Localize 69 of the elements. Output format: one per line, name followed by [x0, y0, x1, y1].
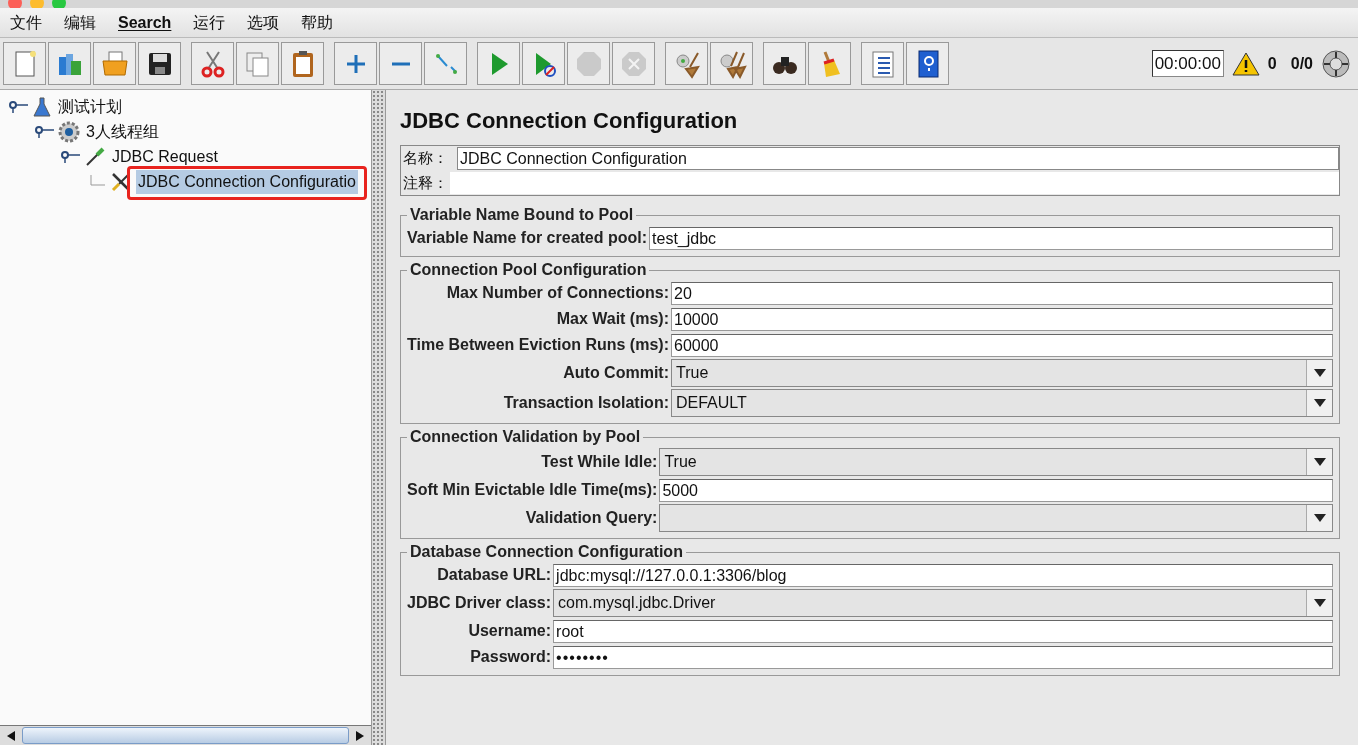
dropdown[interactable]: com.mysql.jdbc.Driver: [553, 589, 1333, 617]
menu-item[interactable]: 帮助: [301, 10, 334, 35]
caret-icon: [1313, 514, 1326, 522]
input-field[interactable]: 10000: [671, 307, 1333, 331]
dropdown[interactable]: True: [659, 448, 1333, 476]
input-field[interactable]: 60000: [671, 333, 1333, 357]
field-label: Test While Idle:: [540, 452, 659, 472]
elapsed-time: 00:00:00: [1151, 49, 1224, 78]
field-label: Password:: [469, 647, 553, 667]
section-title: Connection Validation by Pool: [407, 427, 644, 447]
left-arrow-icon: [7, 730, 15, 741]
input-field[interactable]: test_jdbc: [649, 226, 1333, 250]
tree-handle-icon[interactable]: [60, 150, 80, 163]
field-label: Max Number of Connections:: [445, 283, 670, 303]
field-label: Transaction Isolation:: [502, 393, 670, 413]
gear-icon: [58, 120, 80, 143]
password-field[interactable]: ••••••••: [553, 645, 1333, 669]
right-arrow-icon: [356, 730, 364, 741]
toolbar-button[interactable]: [861, 42, 904, 85]
minus-icon: [390, 61, 411, 66]
warning-count: 0: [1267, 53, 1277, 74]
scrollbar-thumb[interactable]: [22, 727, 349, 744]
menu-item[interactable]: 编辑: [64, 10, 96, 35]
name-label: 名称：: [403, 148, 449, 169]
field-label: JDBC Driver class:: [407, 593, 553, 613]
dropdown[interactable]: DEFAULT: [671, 389, 1333, 417]
name-field[interactable]: JDBC Connection Configuration: [457, 147, 1339, 170]
tree-handle-icon[interactable]: [34, 125, 54, 138]
input-field[interactable]: root: [553, 619, 1333, 643]
tree-item[interactable]: 测试计划: [56, 94, 124, 119]
section-title: Connection Pool Configuration: [407, 260, 650, 280]
dropper-icon: [84, 145, 106, 168]
caret-icon: [1313, 458, 1326, 466]
caret-icon: [1313, 399, 1326, 407]
input-field[interactable]: 5000: [659, 478, 1333, 502]
dropdown[interactable]: True: [671, 359, 1333, 387]
dropdown[interactable]: [659, 504, 1333, 532]
section-title: Database Connection Configuration: [407, 542, 686, 562]
folder-icon: [99, 48, 130, 79]
comment-field[interactable]: [450, 172, 1339, 194]
menu-item[interactable]: 选项: [247, 10, 280, 35]
tree-item[interactable]: JDBC Request: [110, 144, 220, 169]
tree-handle-icon[interactable]: [8, 100, 28, 113]
caret-icon: [1313, 369, 1326, 377]
flask-icon: [32, 96, 52, 117]
caret-icon: [1313, 599, 1326, 607]
field-label: Username:: [467, 621, 553, 641]
toolbar-button[interactable]: [906, 42, 949, 85]
thread-count: 0/0: [1290, 53, 1313, 74]
remote-engine-icon[interactable]: [1321, 48, 1351, 79]
input-field[interactable]: 20: [671, 281, 1333, 305]
field-label: Validation Query:: [524, 508, 659, 528]
menu-item[interactable]: 运行: [193, 10, 226, 35]
tree-item[interactable]: 3人线程组: [84, 119, 161, 144]
menu-item[interactable]: Search: [118, 10, 172, 35]
field-label: Database URL:: [436, 565, 553, 585]
field-label: Variable Name for created pool:: [407, 228, 649, 248]
field-label: Max Wait (ms):: [555, 309, 670, 329]
warning-icon[interactable]: [1231, 51, 1260, 76]
toolbar-button[interactable]: [138, 42, 181, 85]
input-field[interactable]: jdbc:mysql://127.0.0.1:3306/blog: [553, 563, 1333, 587]
field-label: Soft Min Evictable Idle Time(ms):: [407, 480, 659, 500]
menu-item[interactable]: 文件: [10, 10, 42, 35]
panel-title: JDBC Connection Configuration: [400, 107, 739, 135]
comment-label: 注释：: [403, 172, 449, 193]
toolbar-button[interactable]: [763, 42, 806, 85]
tree-item[interactable]: JDBC Connection Configuratio: [136, 169, 358, 194]
field-label: Auto Commit:: [562, 363, 670, 383]
field-label: Time Between Eviction Runs (ms):: [407, 335, 670, 355]
